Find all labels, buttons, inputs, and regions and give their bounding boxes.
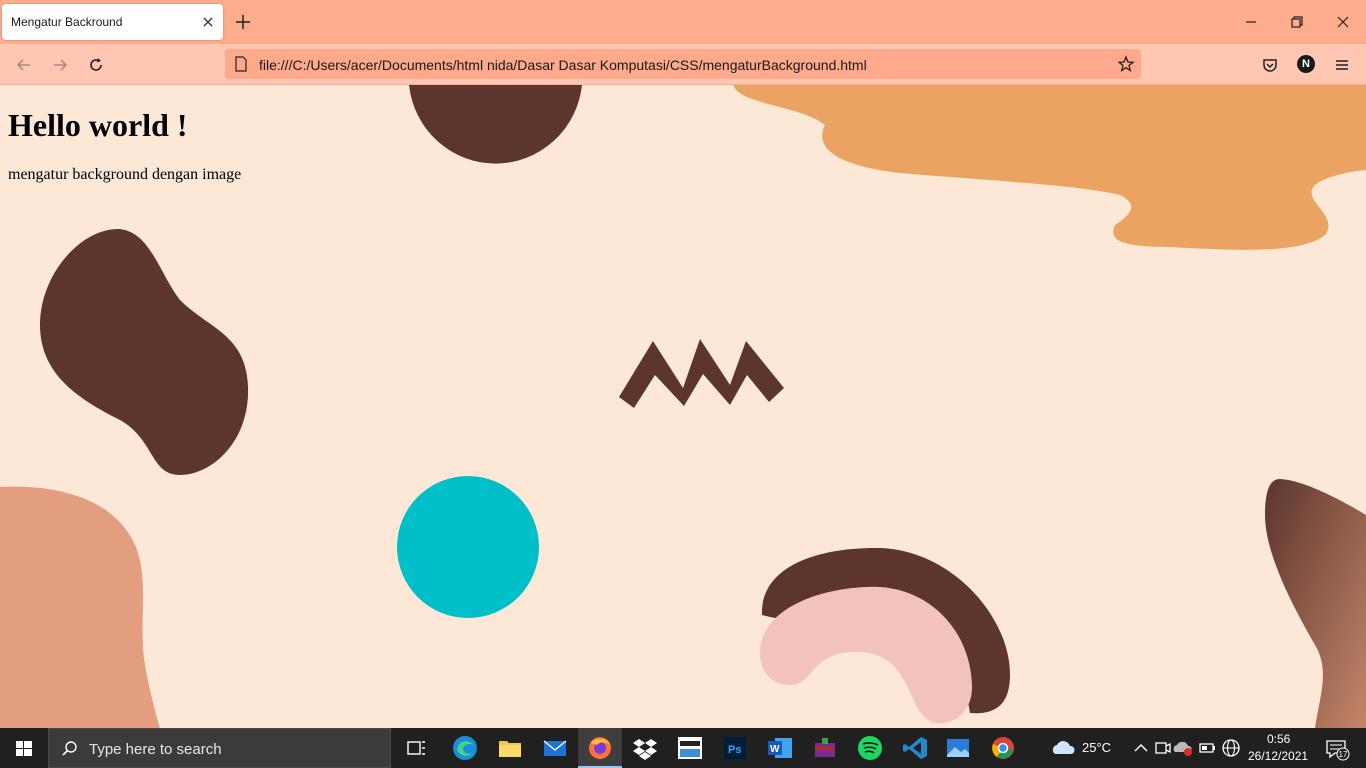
forward-icon[interactable]: [51, 56, 69, 74]
svg-text:Ps: Ps: [728, 744, 741, 756]
weather-temp[interactable]: 25°C: [1082, 740, 1111, 755]
close-window-icon[interactable]: [1335, 14, 1351, 30]
minimize-icon[interactable]: [1243, 14, 1259, 30]
account-avatar[interactable]: N: [1297, 55, 1315, 73]
page-heading: Hello world !: [8, 107, 188, 143]
chrome-icon[interactable]: [988, 733, 1018, 763]
bookmark-star-icon[interactable]: [1117, 55, 1135, 73]
amazon-icon[interactable]: [675, 733, 705, 763]
edge-icon[interactable]: [450, 733, 480, 763]
file-explorer-icon[interactable]: [495, 733, 525, 763]
search-icon: [62, 741, 77, 756]
word-icon[interactable]: W: [765, 733, 795, 763]
orange-blob-shape: [733, 85, 1366, 250]
pocket-icon[interactable]: [1261, 56, 1279, 74]
search-placeholder: Type here to search: [89, 741, 222, 758]
page-icon: [235, 56, 247, 72]
reload-icon[interactable]: [87, 56, 105, 74]
svg-text:W: W: [770, 744, 780, 755]
firefox-icon[interactable]: [585, 733, 615, 763]
tab-bar: Mengatur Backround: [0, 0, 1366, 44]
dropbox-icon[interactable]: [630, 733, 660, 763]
network-globe-icon[interactable]: [1216, 733, 1246, 763]
teal-circle-shape: [397, 476, 539, 618]
photoshop-icon[interactable]: Ps: [720, 733, 750, 763]
zigzag-shape: [619, 339, 784, 408]
page-paragraph: mengatur background dengan image: [8, 166, 242, 183]
tab-active[interactable]: Mengatur Backround: [2, 4, 223, 40]
taskbar-search-box[interactable]: Type here to search: [48, 728, 391, 768]
tab-title: Mengatur Backround: [11, 15, 123, 29]
spotify-icon[interactable]: [855, 733, 885, 763]
vscode-icon[interactable]: [900, 733, 930, 763]
gradient-blob-shape: [1265, 479, 1366, 728]
back-icon[interactable]: [15, 56, 33, 74]
menu-icon[interactable]: [1333, 56, 1351, 74]
photos-icon[interactable]: [943, 733, 973, 763]
address-bar[interactable]: file:///C:/Users/acer/Documents/html nid…: [225, 49, 1141, 79]
new-tab-icon[interactable]: [235, 14, 251, 30]
winrar-icon[interactable]: [810, 733, 840, 763]
notification-count: 17: [1339, 750, 1348, 759]
windows-start-icon[interactable]: [0, 728, 48, 768]
close-tab-icon[interactable]: [201, 15, 215, 29]
clock-date[interactable]: 26/12/2021: [1248, 749, 1308, 763]
restore-icon[interactable]: [1289, 14, 1305, 30]
mail-icon[interactable]: [540, 733, 570, 763]
clock-time[interactable]: 0:56: [1267, 732, 1290, 746]
brown-semicircle-shape: [409, 85, 582, 164]
nav-bar: file:///C:/Users/acer/Documents/html nid…: [0, 44, 1366, 85]
task-view-icon[interactable]: [401, 733, 431, 763]
salmon-blob-shape: [0, 486, 160, 728]
url-text[interactable]: file:///C:/Users/acer/Documents/html nid…: [259, 57, 867, 73]
brown-blob-shape: [40, 229, 249, 475]
weather-cloud-icon[interactable]: [1048, 733, 1078, 763]
page-viewport: Hello world ! mengatur background dengan…: [0, 85, 1366, 728]
notification-icon[interactable]: 17: [1321, 733, 1351, 763]
windows-taskbar: Type here to search Ps W 25°C 0:56 26/12…: [0, 728, 1366, 768]
